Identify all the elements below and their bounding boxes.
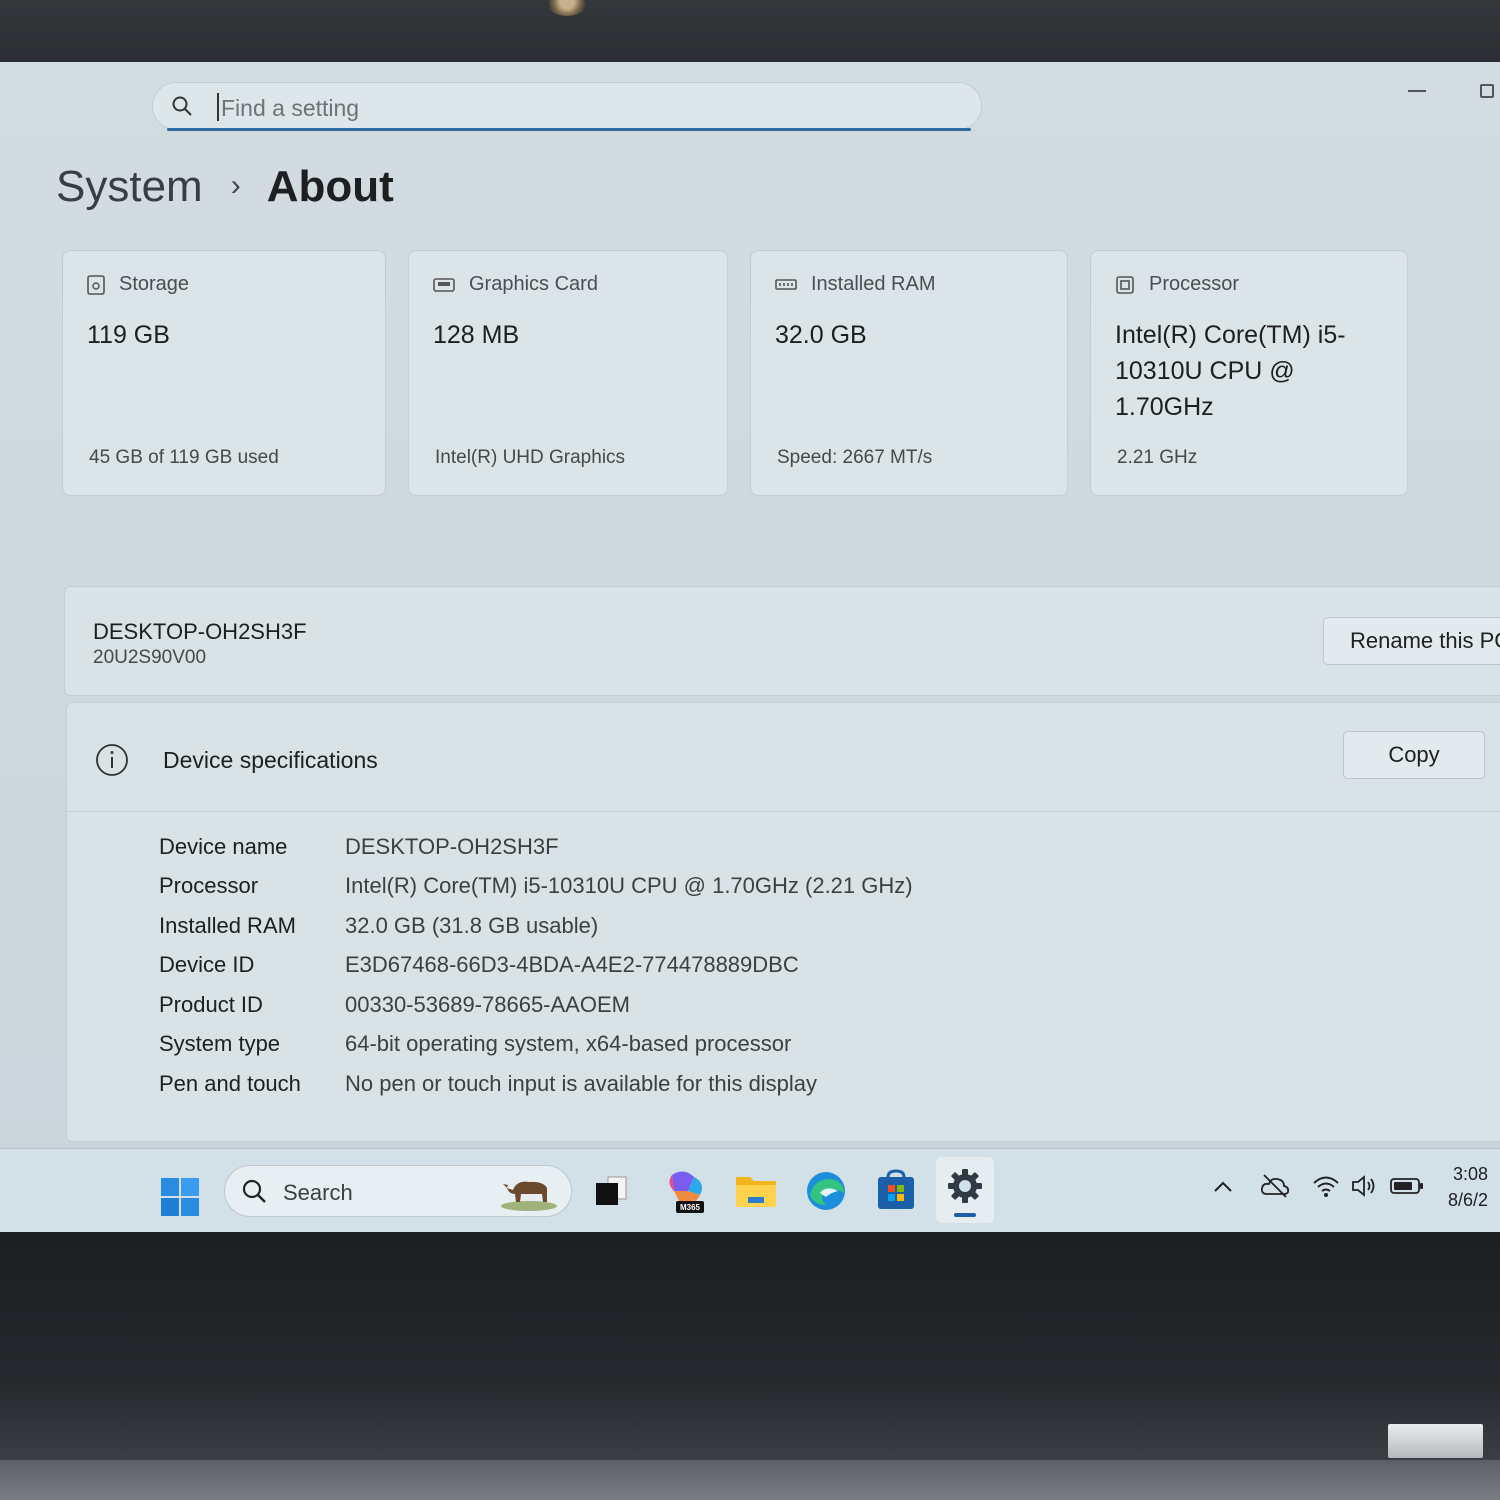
device-specifications-header[interactable]: Device specifications Copy bbox=[67, 703, 1500, 812]
table-row: Device ID E3D67468-66D3-4BDA-A4E2-7744788… bbox=[159, 946, 913, 986]
storage-card-title: Storage bbox=[119, 273, 190, 295]
graphics-card-card[interactable]: Graphics Card 128 MB Intel(R) UHD Graphi… bbox=[408, 250, 728, 496]
microsoft-365-copilot-icon[interactable]: M365 bbox=[664, 1169, 708, 1215]
storage-card-value: 119 GB bbox=[87, 321, 170, 349]
clock-date: 8/6/2 bbox=[1448, 1190, 1489, 1210]
breadcrumb: System › About bbox=[56, 162, 394, 212]
spec-value: Intel(R) Core(TM) i5-10310U CPU @ 1.70GH… bbox=[345, 873, 913, 899]
installed-ram-value: 32.0 GB bbox=[775, 321, 867, 349]
find-setting-search[interactable] bbox=[152, 82, 982, 131]
webcam bbox=[548, 0, 586, 16]
search-highlight-icon bbox=[501, 1181, 557, 1211]
ram-icon bbox=[775, 278, 797, 290]
search-input[interactable] bbox=[219, 89, 923, 127]
pc-model: 20U2S90V00 bbox=[93, 647, 207, 668]
spec-label: Device name bbox=[159, 833, 288, 859]
processor-card-title: Processor bbox=[1149, 273, 1240, 295]
installed-ram-card[interactable]: Installed RAM 32.0 GB Speed: 2667 MT/s bbox=[750, 250, 1068, 496]
storage-card[interactable]: Storage 119 GB 45 GB of 119 GB used bbox=[62, 250, 386, 496]
minimize-button[interactable] bbox=[1408, 90, 1426, 92]
device-specifications-title: Device specifications bbox=[163, 747, 378, 773]
file-explorer-icon[interactable] bbox=[734, 1169, 778, 1213]
volume-icon[interactable] bbox=[1350, 1173, 1380, 1199]
spec-label: Pen and touch bbox=[159, 1070, 301, 1096]
table-row: Pen and touch No pen or touch input is av… bbox=[159, 1064, 913, 1104]
spec-value: DESKTOP-OH2SH3F bbox=[345, 833, 559, 859]
task-view-icon[interactable] bbox=[590, 1169, 634, 1213]
graphics-card-value: 128 MB bbox=[433, 321, 520, 349]
spec-value: E3D67468-66D3-4BDA-A4E2-774478889DBC bbox=[345, 952, 799, 978]
spec-label: Device ID bbox=[159, 952, 255, 978]
table-row: System type 64-bit operating system, x64-… bbox=[159, 1025, 913, 1065]
search-icon bbox=[172, 96, 192, 116]
pc-name-panel: DESKTOP-OH2SH3F 20U2S90V00 Rename this P… bbox=[64, 586, 1500, 696]
spec-label: System type bbox=[159, 1031, 281, 1057]
chevron-up-icon[interactable] bbox=[1212, 1179, 1234, 1193]
spec-label: Product ID bbox=[159, 991, 263, 1017]
breadcrumb-system[interactable]: System bbox=[56, 162, 203, 211]
laptop-bezel-top bbox=[0, 0, 1500, 62]
info-icon bbox=[96, 744, 128, 776]
installed-ram-title: Installed RAM bbox=[811, 273, 936, 295]
battery-icon[interactable] bbox=[1390, 1177, 1424, 1195]
page-title: About bbox=[266, 162, 394, 211]
copy-button[interactable]: Copy bbox=[1343, 731, 1485, 779]
spec-value: No pen or touch input is available for t… bbox=[345, 1070, 818, 1096]
settings-icon bbox=[948, 1169, 982, 1203]
taskbar: Search M365 3:08 8/6/2 bbox=[0, 1148, 1500, 1232]
spec-label: Installed RAM bbox=[159, 912, 296, 938]
breadcrumb-separator-icon: › bbox=[230, 169, 241, 202]
table-row: Installed RAM 32.0 GB (31.8 GB usable) bbox=[159, 906, 913, 946]
table-row: Processor Intel(R) Core(TM) i5-10310U CPU… bbox=[159, 867, 913, 907]
restore-button[interactable] bbox=[1480, 84, 1494, 98]
microsoft-store-icon[interactable] bbox=[874, 1169, 918, 1213]
edge-icon[interactable] bbox=[804, 1169, 848, 1213]
laptop-base bbox=[0, 1460, 1500, 1500]
specs-table: Device name DESKTOP-OH2SH3F Processor Inte… bbox=[159, 827, 913, 1104]
windows-start-icon[interactable] bbox=[160, 1177, 200, 1217]
processor-icon bbox=[1116, 275, 1134, 294]
table-row: Product ID 00330-53689-78665-AAOEM bbox=[159, 985, 913, 1025]
processor-card-sub: 2.21 GHz bbox=[1117, 447, 1198, 468]
taskbar-clock[interactable]: 3:08 8/6/2 bbox=[1448, 1161, 1488, 1213]
wifi-icon[interactable] bbox=[1312, 1173, 1340, 1199]
onedrive-offline-icon[interactable] bbox=[1260, 1173, 1290, 1199]
spec-value: 00330-53689-78665-AAOEM bbox=[345, 991, 630, 1017]
clock-time: 3:08 bbox=[1453, 1164, 1489, 1184]
m365-badge: M365 bbox=[680, 1203, 701, 1212]
settings-window: System › About Storage 119 GB 45 GB of 119… bbox=[0, 62, 1500, 1232]
pc-name: DESKTOP-OH2SH3F bbox=[93, 619, 307, 644]
settings-taskbar-button[interactable] bbox=[936, 1157, 994, 1223]
table-row: Device name DESKTOP-OH2SH3F bbox=[159, 827, 913, 867]
active-app-indicator bbox=[954, 1213, 976, 1217]
laptop-hinge bbox=[1388, 1424, 1483, 1458]
graphics-card-icon bbox=[433, 277, 455, 292]
taskbar-search[interactable]: Search bbox=[224, 1165, 572, 1217]
device-specifications-panel: Device specifications Copy Device name DE… bbox=[66, 702, 1500, 1142]
laptop-bezel-bottom bbox=[0, 1232, 1500, 1500]
processor-card[interactable]: Processor Intel(R) Core(TM) i5-10310U CP… bbox=[1090, 250, 1408, 496]
graphics-card-title: Graphics Card bbox=[469, 273, 598, 295]
rename-pc-button[interactable]: Rename this PC bbox=[1323, 617, 1500, 665]
spec-label: Processor bbox=[159, 873, 259, 899]
processor-card-value: Intel(R) Core(TM) i5-10310U CPU @ 1.70GH… bbox=[1115, 321, 1346, 421]
spec-value: 64-bit operating system, x64-based proce… bbox=[345, 1031, 792, 1057]
installed-ram-sub: Speed: 2667 MT/s bbox=[777, 447, 933, 468]
taskbar-search-label: Search bbox=[283, 1180, 353, 1205]
storage-card-sub: 45 GB of 119 GB used bbox=[89, 447, 279, 468]
graphics-card-sub: Intel(R) UHD Graphics bbox=[435, 447, 626, 468]
search-icon bbox=[242, 1179, 266, 1203]
storage-icon bbox=[87, 274, 105, 295]
spec-value: 32.0 GB (31.8 GB usable) bbox=[345, 912, 599, 938]
